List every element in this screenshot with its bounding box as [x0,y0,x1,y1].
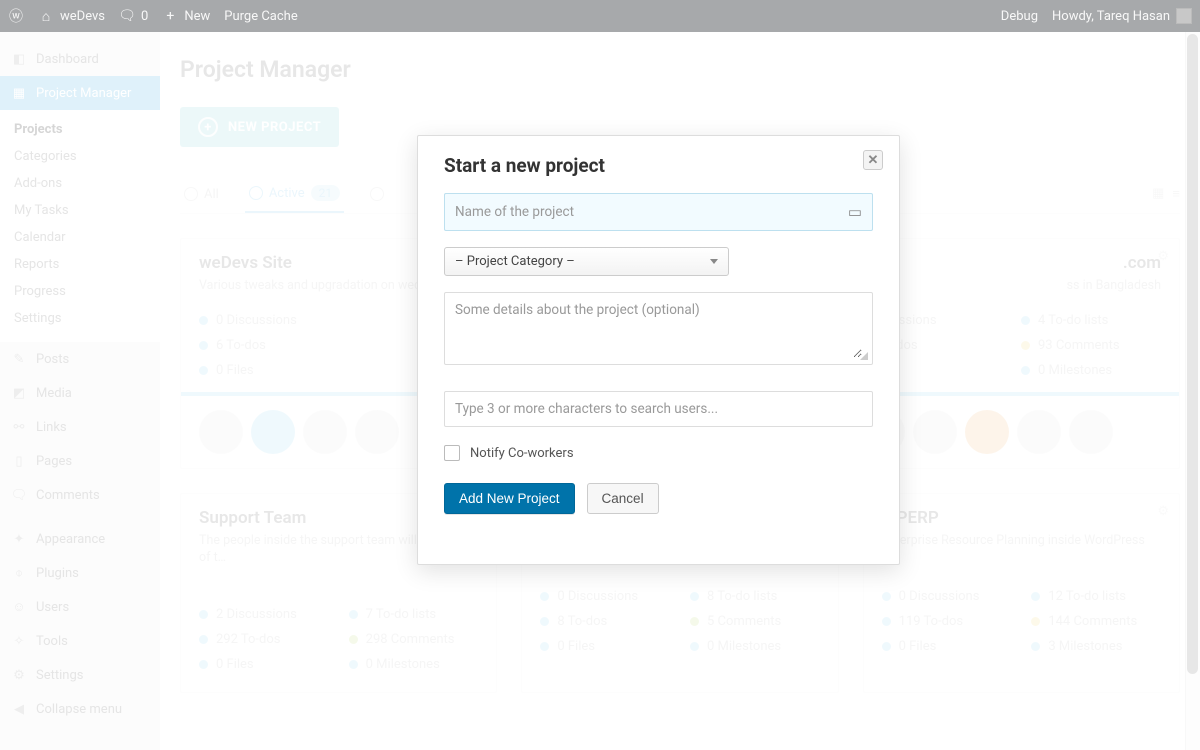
notify-coworkers-label: Notify Co-workers [470,446,574,461]
project-name-input[interactable] [455,204,848,220]
contact-card-icon: ▭ [848,203,862,221]
close-icon: ✕ [868,153,879,168]
project-category-select[interactable]: – Project Category – [444,247,729,276]
add-new-project-button[interactable]: Add New Project [444,483,575,514]
chevron-down-icon [710,259,718,264]
new-project-modal: ✕ Start a new project ▭ – Project Catego… [417,135,900,565]
project-name-field-wrap: ▭ [444,193,873,231]
modal-title: Start a new project [444,154,873,177]
project-details-field-wrap [444,292,873,365]
category-selected-label: – Project Category – [455,254,575,269]
user-search-field-wrap [444,391,873,427]
notify-coworkers-row: Notify Co-workers [444,445,873,461]
notify-coworkers-checkbox[interactable] [444,445,460,461]
project-details-textarea[interactable] [455,302,862,358]
close-button[interactable]: ✕ [863,150,883,170]
resize-handle-icon[interactable] [858,350,868,360]
user-search-input[interactable] [455,401,862,417]
cancel-button[interactable]: Cancel [587,483,659,514]
